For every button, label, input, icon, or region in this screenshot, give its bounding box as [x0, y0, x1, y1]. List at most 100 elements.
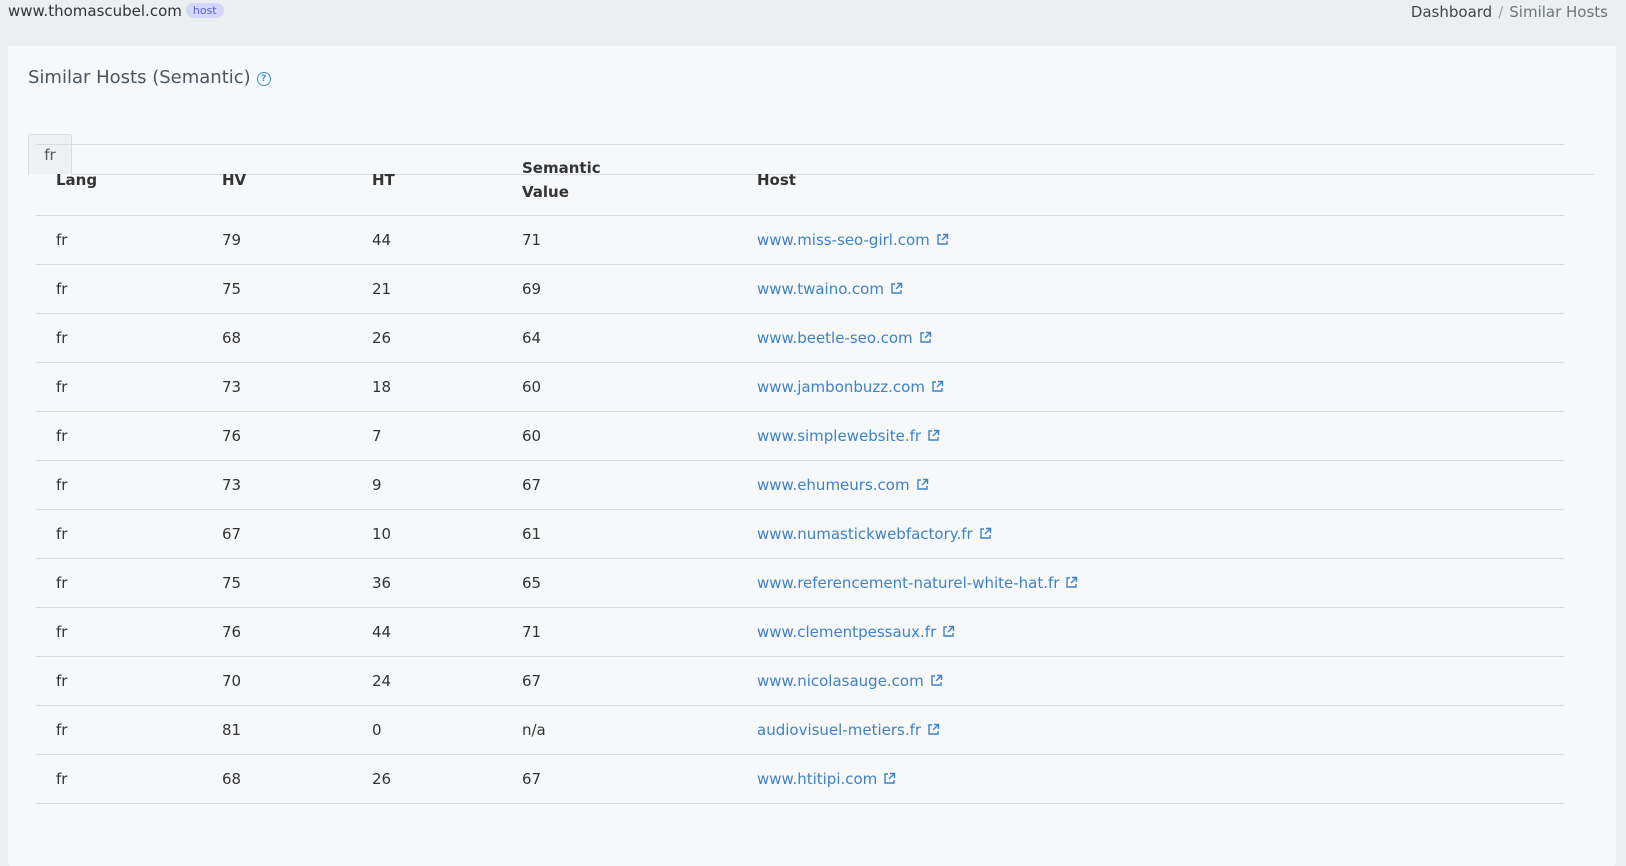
cell-lang: fr — [36, 313, 202, 363]
external-link-icon[interactable] — [919, 330, 932, 348]
cell-semantic-value: 60 — [502, 362, 737, 412]
header-semantic-value[interactable]: Semantic Value — [502, 144, 737, 216]
cell-ht: 9 — [352, 460, 502, 510]
cell-hv: 75 — [202, 264, 352, 314]
cell-ht: 21 — [352, 264, 502, 314]
cell-host: www.htitipi.com — [737, 754, 1564, 804]
cell-hv: 79 — [202, 215, 352, 265]
card-title-text: Similar Hosts (Semantic) — [28, 67, 251, 88]
cell-host: www.miss-seo-girl.com — [737, 215, 1564, 265]
external-link-icon[interactable] — [883, 771, 896, 789]
host-link[interactable]: www.referencement-naturel-white-hat.fr — [757, 574, 1059, 592]
host-link[interactable]: www.beetle-seo.com — [757, 329, 913, 347]
cell-hv: 70 — [202, 656, 352, 706]
cell-lang: fr — [36, 558, 202, 608]
breadcrumb-dashboard[interactable]: Dashboard — [1411, 3, 1492, 21]
header-semantic-value-label: Semantic Value — [522, 159, 601, 201]
cell-host: www.jambonbuzz.com — [737, 362, 1564, 412]
cell-hv: 76 — [202, 411, 352, 461]
header-lang[interactable]: Lang — [36, 144, 202, 216]
cell-hv: 73 — [202, 460, 352, 510]
cell-lang: fr — [36, 215, 202, 265]
cell-host: www.numastickwebfactory.fr — [737, 509, 1564, 559]
breadcrumb-current: Similar Hosts — [1509, 3, 1608, 21]
cell-hv: 68 — [202, 313, 352, 363]
cell-hv: 67 — [202, 509, 352, 559]
host-link[interactable]: www.numastickwebfactory.fr — [757, 525, 973, 543]
table-row: fr 73 18 60 www.jambonbuzz.com — [36, 362, 1564, 412]
cell-host: www.simplewebsite.fr — [737, 411, 1564, 461]
cell-lang: fr — [36, 607, 202, 657]
external-link-icon[interactable] — [931, 379, 944, 397]
cell-lang: fr — [36, 411, 202, 461]
cell-semantic-value: 69 — [502, 264, 737, 314]
cell-ht: 7 — [352, 411, 502, 461]
cell-ht: 44 — [352, 607, 502, 657]
external-link-icon[interactable] — [927, 428, 940, 446]
cell-ht: 26 — [352, 754, 502, 804]
cell-semantic-value: 60 — [502, 411, 737, 461]
cell-ht: 18 — [352, 362, 502, 412]
cell-ht: 36 — [352, 558, 502, 608]
cell-ht: 44 — [352, 215, 502, 265]
external-link-icon[interactable] — [927, 722, 940, 740]
cell-lang: fr — [36, 362, 202, 412]
cell-ht: 10 — [352, 509, 502, 559]
external-link-icon[interactable] — [1065, 575, 1078, 593]
external-link-icon[interactable] — [916, 477, 929, 495]
cell-ht: 24 — [352, 656, 502, 706]
cell-lang: fr — [36, 705, 202, 755]
card-title: Similar Hosts (Semantic)? — [28, 67, 271, 88]
breadcrumb: Dashboard / Similar Hosts — [1411, 3, 1608, 21]
cell-semantic-value: 71 — [502, 215, 737, 265]
cell-host: www.twaino.com — [737, 264, 1564, 314]
cell-semantic-value: 67 — [502, 656, 737, 706]
host-link[interactable]: www.twaino.com — [757, 280, 884, 298]
external-link-icon[interactable] — [890, 281, 903, 299]
header-host[interactable]: Host — [737, 144, 1564, 216]
external-link-icon[interactable] — [979, 526, 992, 544]
table-row: fr 81 0 n/a audiovisuel-metiers.fr — [36, 705, 1564, 755]
header-hv[interactable]: HV — [202, 144, 352, 216]
cell-semantic-value: 67 — [502, 460, 737, 510]
cell-hv: 73 — [202, 362, 352, 412]
external-link-icon[interactable] — [942, 624, 955, 642]
cell-semantic-value: 67 — [502, 754, 737, 804]
table-row: fr 79 44 71 www.miss-seo-girl.com — [36, 215, 1564, 265]
host-link[interactable]: www.simplewebsite.fr — [757, 427, 921, 445]
cell-host: audiovisuel-metiers.fr — [737, 705, 1564, 755]
cell-lang: fr — [36, 264, 202, 314]
host-link[interactable]: www.jambonbuzz.com — [757, 378, 925, 396]
top-bar: www.thomascubel.com host Dashboard / Simila… — [0, 0, 1626, 24]
external-link-icon[interactable] — [930, 673, 943, 691]
cell-semantic-value: 65 — [502, 558, 737, 608]
host-link[interactable]: www.miss-seo-girl.com — [757, 231, 930, 249]
breadcrumb-separator: / — [1498, 3, 1504, 21]
cell-lang: fr — [36, 509, 202, 559]
cell-semantic-value: 71 — [502, 607, 737, 657]
current-host-label: www.thomascubel.com — [8, 2, 182, 20]
table-row: fr 76 44 71 www.clementpessaux.fr — [36, 607, 1564, 657]
cell-host: www.referencement-naturel-white-hat.fr — [737, 558, 1564, 608]
host-link[interactable]: audiovisuel-metiers.fr — [757, 721, 921, 739]
table-row: fr 75 21 69 www.twaino.com — [36, 264, 1564, 314]
cell-hv: 76 — [202, 607, 352, 657]
host-link[interactable]: www.ehumeurs.com — [757, 476, 910, 494]
host-link[interactable]: www.htitipi.com — [757, 770, 877, 788]
question-circle-icon[interactable]: ? — [256, 72, 271, 86]
table-row: fr 70 24 67 www.nicolasauge.com — [36, 656, 1564, 706]
external-link-icon[interactable] — [936, 232, 949, 250]
cell-host: www.ehumeurs.com — [737, 460, 1564, 510]
current-host: www.thomascubel.com host — [8, 2, 224, 20]
host-link[interactable]: www.clementpessaux.fr — [757, 623, 936, 641]
cell-semantic-value: 61 — [502, 509, 737, 559]
cell-lang: fr — [36, 460, 202, 510]
header-ht[interactable]: HT — [352, 144, 502, 216]
table-row: fr 73 9 67 www.ehumeurs.com — [36, 460, 1564, 510]
cell-ht: 26 — [352, 313, 502, 363]
cell-hv: 81 — [202, 705, 352, 755]
cell-host: www.beetle-seo.com — [737, 313, 1564, 363]
host-link[interactable]: www.nicolasauge.com — [757, 672, 924, 690]
similar-hosts-table: Lang HV HT Semantic Value Host fr 79 44 71 w… — [36, 144, 1564, 804]
table-row: fr 76 7 60 www.simplewebsite.fr — [36, 411, 1564, 461]
